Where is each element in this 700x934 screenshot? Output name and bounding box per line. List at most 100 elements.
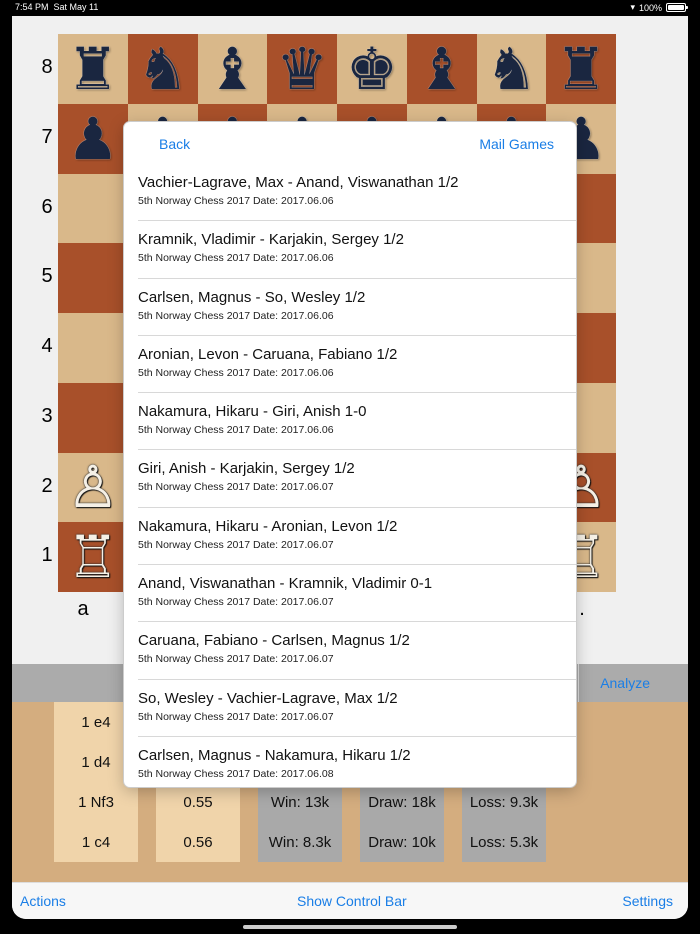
status-right: ▾ 100% bbox=[630, 2, 688, 13]
screen: 7:54 PM Sat May 11 ▾ 100% 8 7 6 5 4 3 2 1 ♜ ♞ ♝ ♛ ♚… bbox=[0, 0, 700, 934]
black-piece-icon[interactable]: ♞ bbox=[485, 40, 537, 98]
time-text: 7:54 PM bbox=[15, 2, 49, 12]
file-label-a: a bbox=[77, 598, 89, 620]
game-title: Kramnik, Vladimir - Karjakin, Sergey 1/2 bbox=[138, 231, 404, 249]
book-cell-win: Win: 13k bbox=[258, 782, 342, 822]
square-a1[interactable]: ♖ bbox=[58, 522, 128, 592]
square-a2[interactable]: ♙ bbox=[58, 452, 128, 523]
square-a8[interactable]: ♜ bbox=[58, 34, 128, 104]
divider bbox=[578, 664, 579, 702]
game-title: Carlsen, Magnus - Nakamura, Hikaru 1/2 bbox=[138, 746, 411, 764]
square-e8[interactable]: ♚ bbox=[337, 34, 407, 104]
rank-label-1: 1 bbox=[41, 544, 53, 567]
analyze-button[interactable]: Analyze bbox=[600, 675, 650, 691]
book-cell-loss: Loss: 9.3k bbox=[462, 782, 546, 822]
game-list-item[interactable]: Nakamura, Hikaru - Aronian, Levon 1/2 5th… bbox=[138, 508, 576, 566]
game-subtitle: 5th Norway Chess 2017 Date: 2017.06.07 bbox=[138, 538, 334, 551]
black-piece-icon[interactable]: ♜ bbox=[67, 40, 119, 98]
status-bar: 7:54 PM Sat May 11 ▾ 100% bbox=[0, 0, 700, 16]
game-title: So, Wesley - Vachier-Lagrave, Max 1/2 bbox=[138, 689, 398, 707]
game-subtitle: 5th Norway Chess 2017 Date: 2017.06.07 bbox=[138, 596, 334, 609]
game-subtitle: 5th Norway Chess 2017 Date: 2017.06.06 bbox=[138, 424, 334, 437]
rank-label-2: 2 bbox=[41, 474, 53, 497]
square-a7[interactable]: ♟ bbox=[58, 103, 128, 174]
game-subtitle: 5th Norway Chess 2017 Date: 2017.06.06 bbox=[138, 366, 334, 379]
battery-icon bbox=[666, 3, 688, 12]
game-list-item[interactable]: So, Wesley - Vachier-Lagrave, Max 1/2 5th… bbox=[138, 680, 576, 737]
square-g8[interactable]: ♞ bbox=[476, 34, 547, 104]
game-list-item[interactable]: Carlsen, Magnus - Nakamura, Hikaru 1/2 5t… bbox=[138, 737, 576, 787]
rank-label-3: 3 bbox=[41, 404, 53, 427]
square-a6[interactable] bbox=[58, 173, 128, 244]
game-list-item[interactable]: Carlsen, Magnus - So, Wesley 1/2 5th Norw… bbox=[138, 279, 576, 336]
square-h8[interactable]: ♜ bbox=[546, 34, 616, 104]
book-cell-score: 0.56 bbox=[156, 822, 240, 862]
game-list-popover: Back Mail Games Vachier-Lagrave, Max - A… bbox=[124, 122, 576, 787]
book-row[interactable]: 1 c4 0.56 Win: 8.3k Draw: 10k Loss: 5.3k bbox=[12, 822, 688, 862]
black-piece-icon[interactable]: ♞ bbox=[137, 40, 189, 98]
rank-label-5: 5 bbox=[41, 265, 53, 288]
black-piece-icon[interactable]: ♝ bbox=[416, 40, 468, 98]
status-time: 7:54 PM Sat May 11 bbox=[15, 2, 98, 12]
square-a5[interactable] bbox=[58, 243, 128, 313]
date-text: Sat May 11 bbox=[53, 2, 99, 12]
game-list-item[interactable]: Anand, Viswanathan - Kramnik, Vladimir 0… bbox=[138, 565, 576, 623]
game-subtitle: 5th Norway Chess 2017 Date: 2017.06.06 bbox=[138, 195, 334, 207]
book-cell-win: Win: 8.3k bbox=[258, 822, 342, 862]
square-a3[interactable] bbox=[58, 382, 128, 453]
square-a4[interactable] bbox=[58, 313, 128, 383]
game-subtitle: 5th Norway Chess 2017 Date: 2017.06.07 bbox=[138, 481, 334, 494]
rank-label-6: 6 bbox=[41, 195, 53, 218]
white-piece-icon[interactable]: ♖ bbox=[67, 528, 119, 586]
show-control-bar-button[interactable]: Show Control Bar bbox=[297, 893, 407, 909]
game-title: Anand, Viswanathan - Kramnik, Vladimir 0… bbox=[138, 575, 433, 593]
game-list-item[interactable]: Nakamura, Hikaru - Giri, Anish 1-0 5th No… bbox=[138, 393, 576, 451]
square-c8[interactable]: ♝ bbox=[197, 34, 268, 104]
game-list-item[interactable]: Aronian, Levon - Caruana, Fabiano 1/2 5th… bbox=[138, 336, 576, 394]
actions-button[interactable]: Actions bbox=[20, 893, 66, 909]
game-subtitle: 5th Norway Chess 2017 Date: 2017.06.07 bbox=[138, 710, 334, 723]
back-button[interactable]: Back bbox=[159, 136, 190, 152]
book-cell-move: 1 Nf3 bbox=[54, 782, 138, 822]
book-row[interactable]: 1 Nf3 0.55 Win: 13k Draw: 18k Loss: 9.3k bbox=[12, 782, 688, 822]
bottom-toolbar: Actions Show Control Bar Settings bbox=[12, 882, 688, 919]
book-cell-draw: Draw: 18k bbox=[360, 782, 444, 822]
square-d8[interactable]: ♛ bbox=[267, 34, 337, 104]
game-subtitle: 5th Norway Chess 2017 Date: 2017.06.06 bbox=[138, 309, 334, 322]
rank-label-4: 4 bbox=[41, 335, 53, 357]
rank-label-8: 8 bbox=[41, 56, 53, 78]
black-piece-icon[interactable]: ♛ bbox=[276, 40, 328, 98]
game-list-item[interactable]: Kramnik, Vladimir - Karjakin, Sergey 1/2… bbox=[138, 221, 576, 279]
black-piece-icon[interactable]: ♟ bbox=[67, 110, 119, 168]
game-list: Vachier-Lagrave, Max - Anand, Viswanatha… bbox=[124, 164, 576, 787]
book-cell-move: 1 c4 bbox=[54, 822, 138, 862]
rank-label-7: 7 bbox=[41, 125, 53, 148]
book-cell-loss: Loss: 5.3k bbox=[462, 822, 546, 862]
game-title: Nakamura, Hikaru - Giri, Anish 1-0 bbox=[138, 403, 367, 421]
game-list-item[interactable]: Giri, Anish - Karjakin, Sergey 1/2 5th No… bbox=[138, 450, 576, 508]
game-title: Giri, Anish - Karjakin, Sergey 1/2 bbox=[138, 460, 355, 478]
black-piece-icon[interactable]: ♜ bbox=[555, 40, 607, 98]
home-indicator[interactable] bbox=[243, 925, 457, 929]
game-title: Carlsen, Magnus - So, Wesley 1/2 bbox=[138, 288, 366, 306]
game-title: Caruana, Fabiano - Carlsen, Magnus 1/2 bbox=[138, 632, 410, 650]
square-b8[interactable]: ♞ bbox=[127, 34, 198, 104]
game-list-item[interactable]: Caruana, Fabiano - Carlsen, Magnus 1/2 5t… bbox=[138, 622, 576, 680]
game-title: Vachier-Lagrave, Max - Anand, Viswanatha… bbox=[138, 174, 459, 191]
game-subtitle: 5th Norway Chess 2017 Date: 2017.06.08 bbox=[138, 767, 334, 780]
book-cell-score: 0.55 bbox=[156, 782, 240, 822]
game-title: Aronian, Levon - Caruana, Fabiano 1/2 bbox=[138, 345, 398, 363]
settings-button[interactable]: Settings bbox=[622, 893, 673, 909]
black-piece-icon[interactable]: ♝ bbox=[206, 40, 258, 98]
mail-games-button[interactable]: Mail Games bbox=[479, 136, 554, 152]
book-cell-draw: Draw: 10k bbox=[360, 822, 444, 862]
white-piece-icon[interactable]: ♙ bbox=[67, 458, 119, 516]
black-piece-icon[interactable]: ♚ bbox=[346, 40, 398, 98]
wifi-icon: ▾ bbox=[630, 2, 635, 12]
game-subtitle: 5th Norway Chess 2017 Date: 2017.06.06 bbox=[138, 252, 334, 265]
game-list-item[interactable]: Vachier-Lagrave, Max - Anand, Viswanatha… bbox=[138, 164, 576, 222]
game-subtitle: 5th Norway Chess 2017 Date: 2017.06.07 bbox=[138, 653, 334, 666]
battery-percent: 100% bbox=[638, 2, 662, 13]
game-title: Nakamura, Hikaru - Aronian, Levon 1/2 bbox=[138, 517, 398, 535]
square-f8[interactable]: ♝ bbox=[406, 34, 477, 104]
